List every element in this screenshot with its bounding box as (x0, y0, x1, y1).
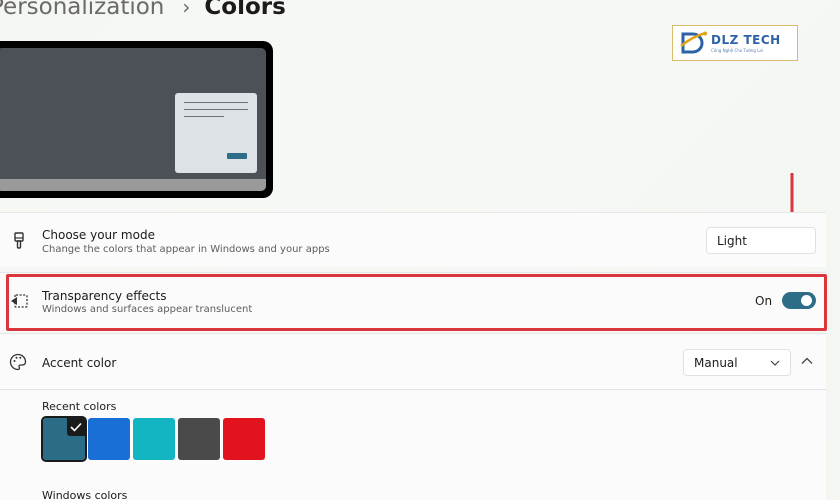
mode-dropdown-value: Light (717, 233, 747, 248)
chevron-up-icon[interactable] (800, 354, 814, 368)
color-swatch-2[interactable] (88, 418, 130, 460)
transparency-icon (11, 294, 28, 308)
transparency-title: Transparency effects (42, 289, 167, 303)
color-swatch-3[interactable] (133, 418, 175, 460)
transparency-description: Windows and surfaces appear translucent (42, 304, 253, 315)
preview-desktop (0, 48, 266, 191)
accent-title: Accent color (42, 356, 117, 370)
recent-colors-label: Recent colors (42, 400, 117, 413)
dlz-tech-logo: DLZ TECH Công Nghệ Cho Tương Lai (672, 25, 798, 61)
breadcrumb-personalization[interactable]: Personalization (0, 0, 164, 20)
transparency-toggle[interactable] (782, 292, 816, 309)
color-swatch-4[interactable] (178, 418, 220, 460)
accent-color-row: Accent color Manual (0, 333, 826, 389)
logo-subtitle: Công Nghệ Cho Tương Lai (711, 48, 763, 53)
theme-preview (0, 41, 273, 198)
preview-accent-button (227, 153, 247, 159)
preview-window (175, 93, 257, 173)
chevron-down-icon (770, 360, 780, 366)
choose-mode-row: Choose your mode Change the colors that … (0, 212, 826, 267)
transparency-row: Transparency effects Windows and surface… (0, 272, 826, 330)
color-swatch-5[interactable] (223, 418, 265, 460)
transparency-state-label: On (755, 294, 773, 308)
logo-title: DLZ TECH (711, 33, 781, 47)
checkmark-icon (67, 418, 85, 436)
color-swatch-1[interactable] (41, 416, 87, 462)
windows-colors-label: Windows colors (42, 489, 128, 500)
mode-title: Choose your mode (42, 228, 155, 242)
paintbrush-icon (14, 232, 24, 249)
page-title: Colors (204, 0, 286, 20)
mode-dropdown[interactable]: Light (706, 227, 816, 254)
breadcrumb-separator: › (182, 0, 191, 19)
toggle-knob (801, 295, 812, 306)
recent-colors-swatches (41, 416, 265, 462)
mode-description: Change the colors that appear in Windows… (42, 244, 330, 255)
preview-taskbar (0, 179, 266, 191)
dlz-logo-icon (680, 31, 707, 54)
breadcrumb: Personalization › Colors (0, 0, 286, 20)
accent-dropdown[interactable]: Manual (683, 349, 791, 376)
accent-dropdown-value: Manual (694, 355, 738, 370)
palette-icon (9, 353, 27, 371)
